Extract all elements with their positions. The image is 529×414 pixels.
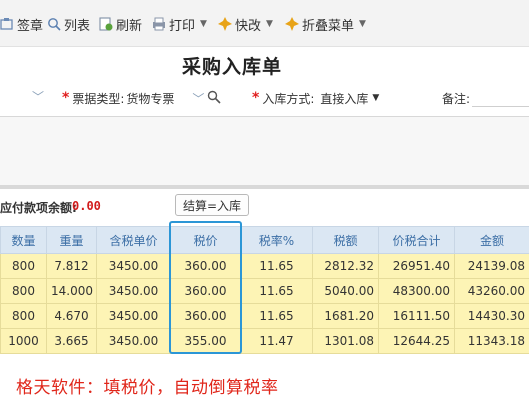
print-label: 打印 <box>169 18 196 34</box>
remark-field: 备注: <box>442 88 470 108</box>
stock-method-select[interactable]: 直接入库 <box>320 90 368 107</box>
cell-quantity[interactable]: 800 <box>0 278 47 304</box>
toolbar: 签章 列表 刷新 打印 ▼ 快改 ▼ 折叠菜单 ▼ <box>0 0 529 47</box>
cell-weight[interactable]: 3.665 <box>46 328 97 354</box>
cell-quantity[interactable]: 1000 <box>0 328 47 354</box>
page-title: 采购入库单 <box>182 56 283 78</box>
cell-tax-amount[interactable]: 1681.20 <box>312 303 379 329</box>
cell-tax-rate[interactable]: 11.65 <box>240 253 313 279</box>
column-header[interactable]: 税率% <box>240 226 313 254</box>
blank-area <box>0 117 529 185</box>
list-label: 列表 <box>64 18 91 34</box>
chevron-down-icon: ▼ <box>200 19 207 29</box>
column-header[interactable]: 税额 <box>312 226 379 254</box>
cell-tax-amount[interactable]: 1301.08 <box>312 328 379 354</box>
invoice-type-field[interactable]: * 票据类型: 货物专票 ﹀ <box>62 88 221 108</box>
required-mark: * <box>252 90 260 106</box>
stamp-icon <box>0 17 14 31</box>
cell-amount[interactable]: 11343.18 <box>454 328 529 354</box>
cell-tax-rate[interactable]: 11.47 <box>240 328 313 354</box>
column-header[interactable]: 金额 <box>454 226 529 254</box>
payment-balance-label: 应付款项余额: <box>0 201 77 215</box>
refresh-button[interactable]: 刷新 <box>99 14 142 34</box>
chevron-down-icon[interactable]: ﹀ <box>192 90 204 107</box>
caption-text: 格天软件：填税价，自动倒算税率 <box>16 378 279 398</box>
list-icon <box>47 17 61 31</box>
remark-label: 备注: <box>442 91 471 106</box>
quick-edit-label: 快改 <box>235 18 262 34</box>
cell-quantity[interactable]: 800 <box>0 303 47 329</box>
list-button[interactable]: 列表 <box>47 14 90 34</box>
table-row[interactable]: 800 14.000 3450.00 360.00 11.65 5040.00 … <box>0 278 529 304</box>
cell-unit-price[interactable]: 3450.00 <box>96 278 171 304</box>
cell-weight[interactable]: 4.670 <box>46 303 97 329</box>
cell-tax-price[interactable]: 360.00 <box>170 278 241 304</box>
chevron-down-icon[interactable]: ﹀ <box>32 88 44 105</box>
column-header[interactable]: 价税合计 <box>378 226 455 254</box>
cell-total[interactable]: 26951.40 <box>378 253 455 279</box>
column-header[interactable]: 数量 <box>0 226 47 254</box>
quick-edit-button[interactable]: 快改 ▼ <box>218 14 273 34</box>
cell-weight[interactable]: 7.812 <box>46 253 97 279</box>
cell-tax-price[interactable]: 360.00 <box>170 303 241 329</box>
chevron-down-icon[interactable]: ▼ <box>372 93 379 103</box>
cell-amount[interactable]: 14430.30 <box>454 303 529 329</box>
required-mark: * <box>62 90 70 106</box>
cell-unit-price[interactable]: 3450.00 <box>96 253 171 279</box>
settle-button[interactable]: 结算=入库 <box>175 194 249 216</box>
cell-tax-price[interactable]: 360.00 <box>170 253 241 279</box>
cell-total[interactable]: 12644.25 <box>378 328 455 354</box>
detail-table: 数量 重量 含税单价 税价 税率% 税额 价税合计 金额 800 7.812 3… <box>0 226 529 354</box>
search-icon[interactable] <box>207 90 221 107</box>
collapse-menu-button[interactable]: 折叠菜单 ▼ <box>285 14 366 34</box>
cell-tax-price[interactable]: 355.00 <box>170 328 241 354</box>
cell-amount[interactable]: 43260.00 <box>454 278 529 304</box>
invoice-type-value: 货物专票 <box>126 91 175 106</box>
stock-method-field[interactable]: * 入库方式: 直接入库 ▼ <box>252 88 379 108</box>
table-row[interactable]: 800 4.670 3450.00 360.00 11.65 1681.20 1… <box>0 303 529 329</box>
cell-amount[interactable]: 24139.08 <box>454 253 529 279</box>
stock-method-label: 入库方式: <box>262 91 315 106</box>
column-header[interactable]: 重量 <box>46 226 97 254</box>
refresh-icon <box>99 17 113 31</box>
printer-icon <box>152 17 166 31</box>
cell-tax-rate[interactable]: 11.65 <box>240 303 313 329</box>
cell-quantity[interactable]: 800 <box>0 253 47 279</box>
remark-input[interactable] <box>472 106 529 107</box>
collapse-menu-label: 折叠菜单 <box>302 18 355 34</box>
cell-total[interactable]: 48300.00 <box>378 278 455 304</box>
form-row: ﹀ * 票据类型: 货物专票 ﹀ * 入库方式: 直接入库 ▼ 备注: <box>0 80 529 117</box>
stamp-button[interactable]: 签章 <box>0 14 43 34</box>
cell-weight[interactable]: 14.000 <box>46 278 97 304</box>
table-row[interactable]: 1000 3.665 3450.00 355.00 11.47 1301.08 … <box>0 328 529 354</box>
stamp-label: 签章 <box>17 18 44 34</box>
chevron-down-icon: ▼ <box>266 19 273 29</box>
cell-tax-amount[interactable]: 5040.00 <box>312 278 379 304</box>
cell-total[interactable]: 16111.50 <box>378 303 455 329</box>
refresh-label: 刷新 <box>116 18 143 34</box>
divider <box>0 185 529 189</box>
print-button[interactable]: 打印 ▼ <box>152 14 207 34</box>
chevron-down-icon: ▼ <box>359 19 366 29</box>
column-header[interactable]: 税价 <box>170 226 241 254</box>
payment-balance-value: 0.00 <box>72 199 101 213</box>
collapse-menu-icon <box>285 17 299 31</box>
cell-unit-price[interactable]: 3450.00 <box>96 328 171 354</box>
quick-edit-icon <box>218 17 232 31</box>
table-header-row: 数量 重量 含税单价 税价 税率% 税额 价税合计 金额 <box>0 226 529 254</box>
column-header[interactable]: 含税单价 <box>96 226 171 254</box>
cell-unit-price[interactable]: 3450.00 <box>96 303 171 329</box>
invoice-type-label: 票据类型: <box>72 91 125 106</box>
cell-tax-amount[interactable]: 2812.32 <box>312 253 379 279</box>
table-row[interactable]: 800 7.812 3450.00 360.00 11.65 2812.32 2… <box>0 253 529 279</box>
cell-tax-rate[interactable]: 11.65 <box>240 278 313 304</box>
